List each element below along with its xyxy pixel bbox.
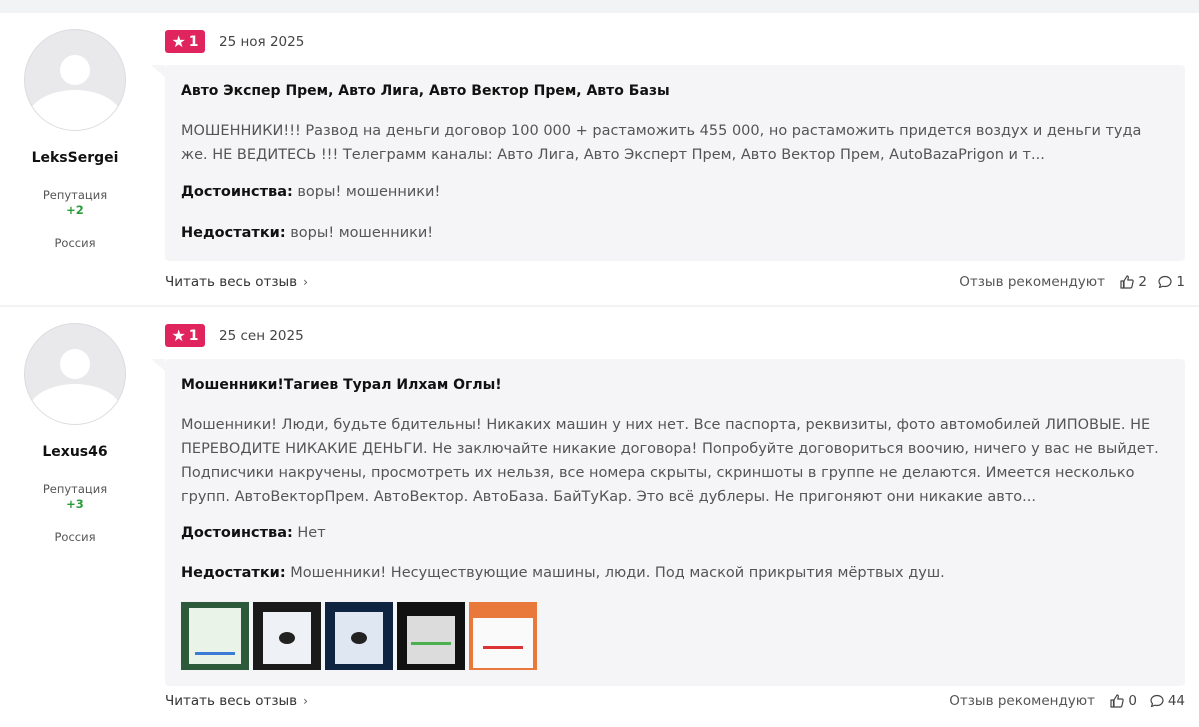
recommend-label: Отзыв рекомендуют <box>959 274 1105 290</box>
chevron-right-icon: › <box>303 694 308 708</box>
read-more-label: Читать весь отзыв <box>165 693 298 709</box>
review-author: Lexus46 Репутация +3 Россия <box>0 307 150 544</box>
cons-label: Недостатки: <box>181 225 286 241</box>
user-placeholder-icon <box>60 349 90 379</box>
photo-thumbnail[interactable] <box>397 602 465 670</box>
photo-thumbnail[interactable] <box>181 602 249 670</box>
comments-button[interactable]: 44 <box>1149 693 1185 709</box>
rating-badge: ★ 1 <box>165 30 205 53</box>
comments-button[interactable]: 1 <box>1157 274 1185 290</box>
user-placeholder-icon <box>60 55 90 85</box>
photo-thumbnail[interactable] <box>469 602 537 670</box>
star-icon: ★ <box>171 325 186 345</box>
recommend-label: Отзыв рекомендуют <box>949 693 1095 709</box>
pros-text: Нет <box>297 525 326 541</box>
review-title[interactable]: Авто Экспер Прем, Авто Лига, Авто Вектор… <box>181 83 670 99</box>
author-country: Россия <box>54 236 96 250</box>
like-count: 2 <box>1138 274 1147 290</box>
read-more-link[interactable]: Читать весь отзыв › <box>165 693 308 709</box>
review-cons: Недостатки: Мошенники! Несуществующие ма… <box>181 565 945 581</box>
review-card: Авто Экспер Прем, Авто Лига, Авто Вектор… <box>151 65 1185 261</box>
comment-count: 44 <box>1167 693 1185 709</box>
pros-label: Достоинства: <box>181 525 293 541</box>
author-name[interactable]: Lexus46 <box>0 444 150 460</box>
comment-count: 1 <box>1176 274 1185 290</box>
thumbs-up-icon <box>1110 694 1125 708</box>
cons-text: воры! мошенники! <box>290 225 434 241</box>
rating-value: 1 <box>188 327 199 344</box>
pros-label: Достоинства: <box>181 184 293 200</box>
review-card: Мошенники!Тагиев Турал Илхам Оглы! Мошен… <box>151 359 1185 686</box>
review-item: Lexus46 Репутация +3 Россия ★ 1 25 сен 2… <box>0 307 1199 727</box>
review-date: 25 сен 2025 <box>219 328 304 344</box>
cons-label: Недостатки: <box>181 565 286 581</box>
review-cons: Недостатки: воры! мошенники! <box>181 225 433 241</box>
read-more-link[interactable]: Читать весь отзыв › <box>165 274 308 290</box>
like-button[interactable]: 0 <box>1109 693 1137 709</box>
like-button[interactable]: 2 <box>1119 274 1147 290</box>
comment-icon <box>1150 694 1164 708</box>
avatar[interactable] <box>24 29 126 131</box>
author-name[interactable]: LeksSergei <box>0 150 150 166</box>
rating-value: 1 <box>188 33 199 50</box>
review-author: LeksSergei Репутация +2 Россия <box>0 13 150 250</box>
avatar[interactable] <box>24 323 126 425</box>
author-country: Россия <box>54 530 96 544</box>
photo-thumbnail[interactable] <box>253 602 321 670</box>
photo-thumbnail[interactable] <box>325 602 393 670</box>
review-pros: Достоинства: воры! мошенники! <box>181 184 440 200</box>
review-title[interactable]: Мошенники!Тагиев Турал Илхам Оглы! <box>181 377 502 393</box>
cons-text: Мошенники! Несуществующие машины, люди. … <box>290 565 945 581</box>
review-text: Мошенники! Люди, будьте бдительны! Никак… <box>181 417 1159 505</box>
reputation-value: +2 <box>66 203 84 217</box>
review-photos <box>181 602 537 670</box>
review-date: 25 ноя 2025 <box>219 34 305 50</box>
comment-icon <box>1158 275 1173 289</box>
like-count: 0 <box>1128 693 1137 709</box>
reputation-label: Репутация <box>42 482 108 496</box>
review-text: МОШЕННИКИ!!! Развод на деньги договор 10… <box>181 123 1142 163</box>
thumbs-up-icon <box>1120 275 1135 289</box>
rating-badge: ★ 1 <box>165 324 205 347</box>
review-item: LeksSergei Репутация +2 Россия ★ 1 25 но… <box>0 13 1199 305</box>
pros-text: воры! мошенники! <box>297 184 441 200</box>
star-icon: ★ <box>171 31 186 51</box>
chevron-right-icon: › <box>303 275 308 289</box>
review-pros: Достоинства: Нет <box>181 525 326 541</box>
read-more-label: Читать весь отзыв <box>165 274 298 290</box>
reputation-value: +3 <box>66 497 84 511</box>
reputation-label: Репутация <box>42 188 108 202</box>
